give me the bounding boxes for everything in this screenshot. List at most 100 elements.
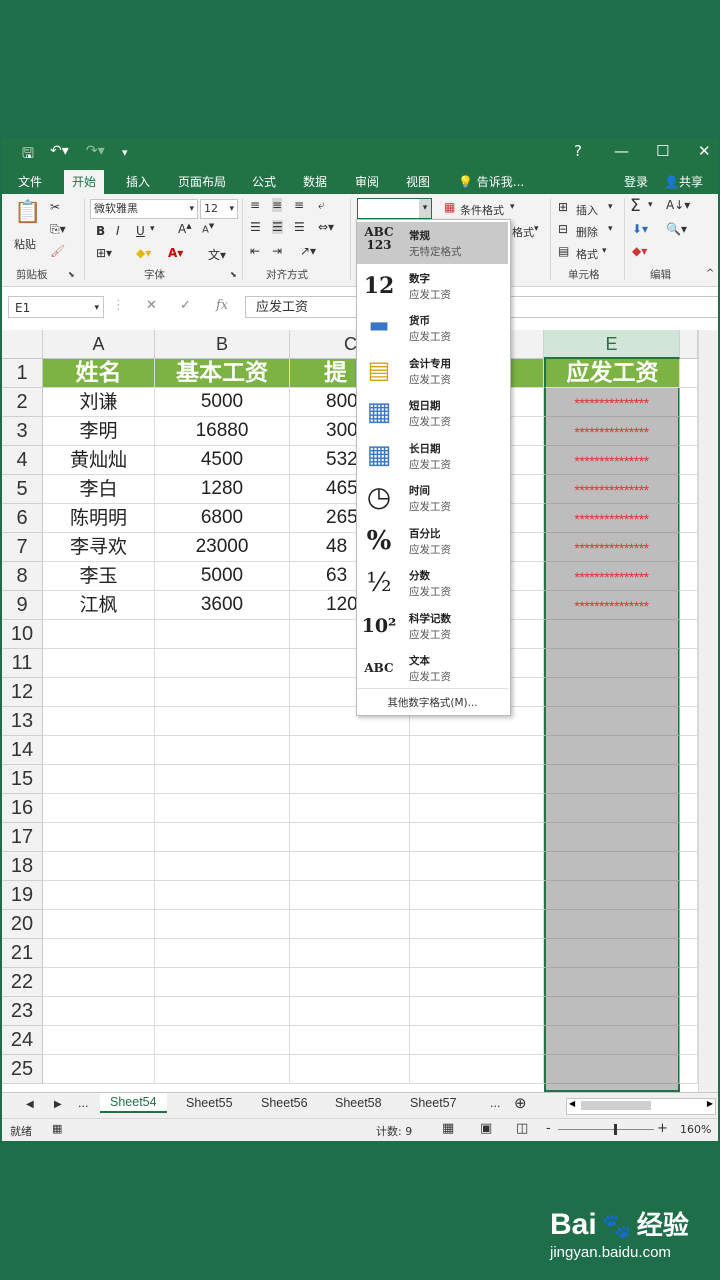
column-header-a[interactable]: A: [43, 330, 155, 359]
row-header[interactable]: 14: [2, 736, 43, 765]
grid-cell[interactable]: [410, 1026, 544, 1055]
grid-cell[interactable]: [544, 968, 680, 997]
cell-gross-masked[interactable]: ***************: [544, 388, 680, 417]
grid-cell[interactable]: [290, 823, 410, 852]
select-all-corner[interactable]: [2, 330, 43, 359]
grid-cell[interactable]: [680, 823, 698, 852]
find-select-icon[interactable]: 🔍▾: [666, 222, 687, 236]
number-format-option[interactable]: 10² 科学记数 应发工资: [357, 605, 508, 647]
grid-cell[interactable]: [680, 794, 698, 823]
grid-cell[interactable]: [410, 765, 544, 794]
grid-cell[interactable]: [43, 765, 155, 794]
new-sheet-icon[interactable]: ⊕: [514, 1094, 527, 1112]
grid-cell[interactable]: [43, 997, 155, 1026]
grid-cell[interactable]: [155, 823, 290, 852]
grid-cell[interactable]: [544, 765, 680, 794]
cell-name[interactable]: 李明: [43, 417, 155, 446]
align-center-icon[interactable]: ☰: [272, 220, 283, 234]
grid-cell[interactable]: [155, 997, 290, 1026]
font-size-select[interactable]: 12 ▾: [200, 199, 238, 219]
row-header[interactable]: 9: [2, 591, 43, 620]
formula-bar-splitter[interactable]: ⋮: [112, 298, 125, 313]
maximize-button[interactable]: ☐: [656, 142, 669, 160]
row-header[interactable]: 24: [2, 1026, 43, 1055]
grid-cell[interactable]: [290, 968, 410, 997]
header-cell-base[interactable]: 基本工资: [155, 359, 290, 388]
tab-data[interactable]: 数据: [303, 173, 327, 190]
header-cell-name[interactable]: 姓名: [43, 359, 155, 388]
redo-icon[interactable]: ↷▾: [86, 143, 105, 159]
cell-base[interactable]: 1280: [155, 475, 290, 504]
row-header[interactable]: 25: [2, 1055, 43, 1084]
delete-cells-button[interactable]: 删除: [576, 224, 598, 240]
sheet-tab-sheet55[interactable]: Sheet55: [186, 1096, 233, 1110]
tab-formulas[interactable]: 公式: [252, 173, 276, 190]
grid-cell[interactable]: [544, 881, 680, 910]
zoom-slider[interactable]: [558, 1124, 654, 1135]
merge-center-icon[interactable]: ⇔▾: [318, 220, 334, 234]
next-sheet-icon[interactable]: ▶: [54, 1099, 62, 1110]
undo-icon[interactable]: ↶▾: [50, 143, 69, 159]
sheet-tab-sheet54[interactable]: Sheet54: [100, 1093, 167, 1113]
cell-base[interactable]: 3600: [155, 591, 290, 620]
dialog-launcher-icon[interactable]: ⬊: [230, 270, 237, 279]
cell-gross-masked[interactable]: ***************: [544, 475, 680, 504]
number-format-option[interactable]: ½ 分数 应发工资: [357, 562, 508, 604]
sheet-tab-sheet57[interactable]: Sheet57: [410, 1096, 457, 1110]
grid-cell[interactable]: [680, 562, 698, 591]
number-format-option[interactable]: ▦ 短日期 应发工资: [357, 392, 508, 434]
decrease-indent-icon[interactable]: ⇤: [250, 244, 260, 258]
grid-cell[interactable]: [680, 736, 698, 765]
page-break-view-icon[interactable]: ◫: [516, 1121, 528, 1136]
number-format-select[interactable]: ▾: [357, 198, 432, 219]
chevron-down-icon[interactable]: ▾: [608, 224, 613, 234]
grid-cell[interactable]: [680, 533, 698, 562]
scroll-left-icon[interactable]: ◀: [569, 1099, 575, 1108]
grid-cell[interactable]: [410, 968, 544, 997]
grid-cell[interactable]: [290, 939, 410, 968]
grid-cell[interactable]: [410, 910, 544, 939]
chevron-down-icon[interactable]: ▾: [602, 246, 607, 256]
grid-cell[interactable]: [290, 794, 410, 823]
number-format-option[interactable]: ABC 文本 应发工资: [357, 647, 508, 689]
login-link[interactable]: 登录: [624, 173, 648, 190]
cell-name[interactable]: 陈明明: [43, 504, 155, 533]
cell-name[interactable]: 李寻欢: [43, 533, 155, 562]
tab-review[interactable]: 审阅: [355, 173, 379, 190]
increase-font-icon[interactable]: A▲: [178, 222, 192, 236]
sheet-tab-sheet56[interactable]: Sheet56: [261, 1096, 308, 1110]
macro-record-icon[interactable]: ▦: [52, 1122, 62, 1135]
grid-cell[interactable]: [155, 939, 290, 968]
zoom-out-button[interactable]: -: [546, 1121, 551, 1136]
grid-cell[interactable]: [290, 852, 410, 881]
grid-cell[interactable]: [155, 881, 290, 910]
cell-base[interactable]: 6800: [155, 504, 290, 533]
format-cells-button[interactable]: 格式: [576, 246, 598, 262]
header-cell-gross[interactable]: 应发工资: [544, 359, 680, 388]
grid-cell[interactable]: [155, 620, 290, 649]
underline-button[interactable]: U: [136, 224, 145, 238]
grid-cell[interactable]: [680, 968, 698, 997]
grid-cell[interactable]: [680, 910, 698, 939]
orientation-icon[interactable]: ↗▾: [300, 244, 316, 258]
clear-icon[interactable]: ◆▾: [632, 244, 647, 258]
save-icon[interactable]: 🖫: [22, 143, 34, 167]
grid-cell[interactable]: [43, 939, 155, 968]
paste-label[interactable]: 粘贴: [14, 236, 36, 252]
row-header[interactable]: 20: [2, 910, 43, 939]
cut-icon[interactable]: ✂: [50, 200, 60, 214]
grid-cell[interactable]: [155, 794, 290, 823]
zoom-slider-thumb[interactable]: [614, 1124, 617, 1135]
row-header[interactable]: 1: [2, 359, 43, 388]
grid-cell[interactable]: [43, 678, 155, 707]
decrease-font-icon[interactable]: A▼: [202, 222, 214, 235]
enter-icon[interactable]: ✓: [180, 298, 191, 313]
fill-color-icon[interactable]: ◆▾: [136, 246, 151, 260]
grid-cell[interactable]: [155, 1026, 290, 1055]
grid-cell[interactable]: [410, 852, 544, 881]
grid-cell[interactable]: [155, 765, 290, 794]
chevron-down-icon[interactable]: ▾: [608, 202, 613, 212]
cell-gross-masked[interactable]: ***************: [544, 446, 680, 475]
grid-cell[interactable]: [290, 1026, 410, 1055]
insert-cells-icon[interactable]: ⊞: [558, 200, 568, 214]
